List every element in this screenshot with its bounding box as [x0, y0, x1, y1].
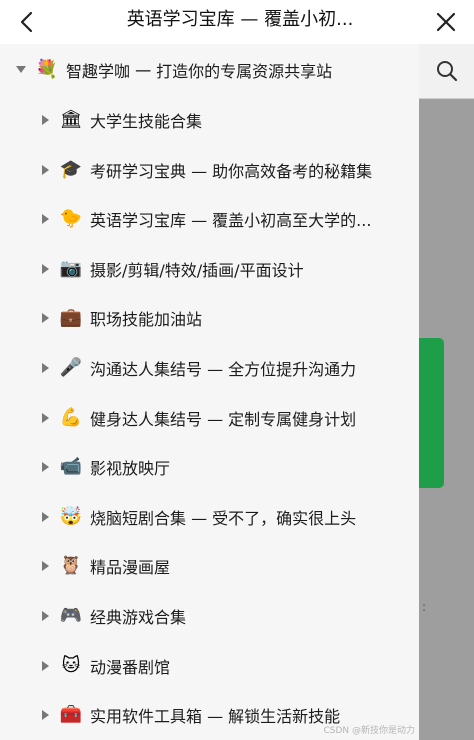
muscle-icon: 💪	[59, 406, 83, 428]
search-icon[interactable]	[436, 60, 458, 82]
university-icon: 🏛	[59, 109, 83, 130]
tree-item-label: 动漫番剧馆	[90, 657, 171, 677]
caret-right-icon[interactable]	[41, 660, 51, 671]
tree-item-label: 英语学习宝库 — 覆盖小初高至大学的...	[90, 211, 372, 231]
tree-item-label: 考研学习宝典 — 助你高效备考的秘籍集	[90, 161, 373, 181]
tree-item-label: 摄影/剪辑/特效/插画/平面设计	[90, 260, 304, 280]
tree-item-label: 实用软件工具箱 — 解锁生活新技能	[90, 707, 341, 727]
tree-item[interactable]: 📹 影视放映厅	[0, 447, 419, 487]
caret-right-icon[interactable]	[41, 412, 51, 423]
caret-right-icon[interactable]	[41, 164, 51, 175]
tree-item-label: 健身达人集结号 — 定制专属健身计划	[90, 409, 357, 429]
caret-right-icon[interactable]	[41, 263, 51, 274]
graduation-cap-icon: 🎓	[59, 158, 83, 180]
cat-icon: 🐱	[61, 654, 81, 676]
tree-item[interactable]: 💼 职场技能加油站	[0, 298, 419, 338]
underlay-search-bar	[419, 44, 474, 99]
tree-item[interactable]: 🎓 考研学习宝典 — 助你高效备考的秘籍集	[0, 150, 419, 190]
side-mark: :	[422, 600, 427, 614]
tree-item[interactable]: 🎮 经典游戏合集	[0, 596, 419, 636]
gamepad-icon: 🎮	[59, 605, 83, 626]
exploding-head-icon: 🤯	[59, 505, 83, 527]
underlying-page: :	[419, 44, 474, 740]
caret-right-icon[interactable]	[41, 462, 51, 473]
chick-icon: 🐤	[59, 208, 83, 230]
caret-down-icon[interactable]	[16, 65, 26, 75]
top-bar: 英语学习宝库 — 覆盖小初...	[0, 0, 474, 44]
bouquet-icon: 💐	[35, 59, 59, 80]
tree-item-label: 职场技能加油站	[90, 310, 203, 330]
tree-item[interactable]: 📷 摄影/剪辑/特效/插画/平面设计	[0, 249, 419, 289]
page-title: 英语学习宝库 — 覆盖小初...	[126, 9, 354, 30]
caret-right-icon[interactable]	[41, 611, 51, 621]
floating-green-tab[interactable]	[419, 338, 444, 488]
tree-item[interactable]: 🦉 精品漫画屋	[0, 546, 419, 586]
close-button[interactable]	[426, 2, 466, 42]
tree-item[interactable]: 🎤 沟通达人集结号 — 全方位提升沟通力	[0, 348, 419, 388]
tree-item-label: 经典游戏合集	[90, 608, 187, 627]
tree-item-label: 大学生技能合集	[90, 112, 203, 131]
tree-root[interactable]: 💐 智趣学咖 一 打造你的专属资源共享站	[0, 50, 419, 90]
screen: 英语学习宝库 — 覆盖小初... : 💐 智趣学咖 一 打造你的专属资源共享站	[0, 0, 474, 740]
caret-right-icon[interactable]	[41, 115, 51, 125]
chevron-left-icon	[20, 11, 33, 33]
caret-right-icon[interactable]	[41, 561, 51, 572]
tree-item[interactable]: 🐱 动漫番剧馆	[0, 646, 419, 686]
tree-item[interactable]: 🤯 烧脑短剧合集 — 受不了，确实很上头	[0, 497, 419, 537]
tree-item-label: 精品漫画屋	[90, 558, 171, 578]
caret-right-icon[interactable]	[41, 214, 51, 225]
camera-icon: 📷	[59, 257, 83, 279]
tree-item[interactable]: 🏛 大学生技能合集	[0, 100, 419, 140]
briefcase-icon: 💼	[59, 307, 83, 329]
caret-right-icon[interactable]	[41, 363, 51, 373]
owl-icon: 🦉	[59, 555, 83, 577]
tree-root-label: 智趣学咖 一 打造你的专属资源共享站	[66, 62, 333, 81]
tree-item[interactable]: 💪 健身达人集结号 — 定制专属健身计划	[0, 398, 419, 438]
directory-drawer: 💐 智趣学咖 一 打造你的专属资源共享站 🏛 大学生技能合集 🎓 考研学习宝典 — 助…	[0, 44, 419, 740]
tree-item[interactable]: 🐤 英语学习宝库 — 覆盖小初高至大学的...	[0, 199, 419, 239]
tree-item-label: 影视放映厅	[90, 459, 171, 479]
video-camera-icon: 📹	[59, 456, 83, 478]
back-button[interactable]	[6, 2, 46, 42]
close-icon	[436, 12, 456, 32]
toolbox-icon: 🧰	[59, 704, 83, 726]
tree-item-label: 烧脑短剧合集 — 受不了，确实很上头	[90, 508, 357, 528]
caret-right-icon[interactable]	[41, 511, 51, 522]
caret-right-icon[interactable]	[41, 710, 51, 721]
tree-item-label: 沟通达人集结号 — 全方位提升沟通力	[90, 360, 357, 379]
microphone-icon: 🎤	[59, 357, 83, 378]
caret-right-icon[interactable]	[41, 313, 51, 324]
watermark: CSDN @新技你是动力	[323, 726, 415, 736]
